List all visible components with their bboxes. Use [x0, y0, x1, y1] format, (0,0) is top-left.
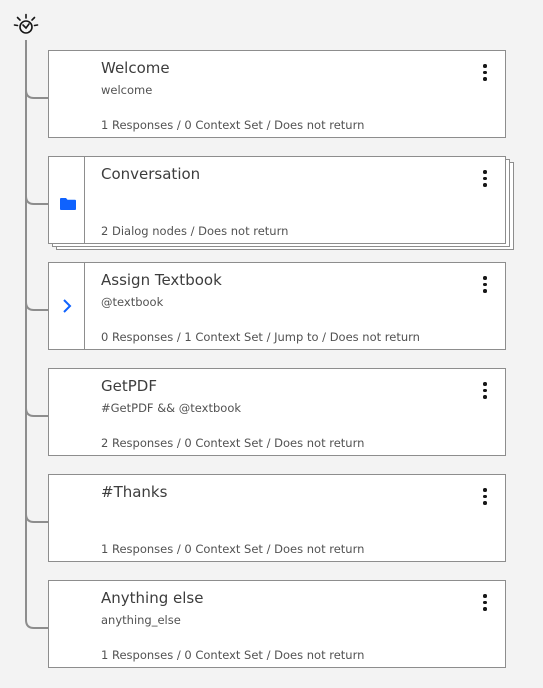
- node-summary: 2 Dialog nodes / Does not return: [101, 224, 289, 238]
- overflow-menu-icon[interactable]: [475, 379, 495, 401]
- dialog-node-getpdf[interactable]: GetPDF #GetPDF && @textbook 2 Responses …: [48, 368, 506, 456]
- overflow-menu-icon[interactable]: [475, 485, 495, 507]
- node-title: Conversation: [101, 165, 201, 183]
- dialog-tree: Welcome welcome 1 Responses / 0 Context …: [0, 0, 543, 688]
- chevron-right-icon[interactable]: [61, 298, 73, 314]
- node-condition: #GetPDF && @textbook: [101, 401, 242, 415]
- dialog-node-conversation[interactable]: Conversation 2 Dialog nodes / Does not r…: [48, 156, 506, 244]
- overflow-menu-icon[interactable]: [475, 591, 495, 613]
- dialog-node-welcome[interactable]: Welcome welcome 1 Responses / 0 Context …: [48, 50, 506, 138]
- node-condition: welcome: [101, 83, 153, 97]
- node-title: Assign Textbook: [101, 271, 222, 289]
- overflow-menu-icon[interactable]: [475, 167, 495, 189]
- node-summary: 2 Responses / 0 Context Set / Does not r…: [101, 436, 365, 450]
- node-title: Welcome: [101, 59, 170, 77]
- node-title: #Thanks: [101, 483, 168, 501]
- node-condition: @textbook: [101, 295, 164, 309]
- overflow-menu-icon[interactable]: [475, 273, 495, 295]
- node-summary: 1 Responses / 0 Context Set / Does not r…: [101, 118, 365, 132]
- dialog-node-anything-else[interactable]: Anything else anything_else 1 Responses …: [48, 580, 506, 668]
- node-title: Anything else: [101, 589, 204, 607]
- overflow-menu-icon[interactable]: [475, 61, 495, 83]
- dialog-node-assign-textbook[interactable]: Assign Textbook @textbook 0 Responses / …: [48, 262, 506, 350]
- node-summary: 0 Responses / 1 Context Set / Jump to / …: [101, 330, 420, 344]
- node-title: GetPDF: [101, 377, 157, 395]
- folder-icon[interactable]: [60, 195, 76, 210]
- dialog-node-thanks[interactable]: #Thanks 1 Responses / 0 Context Set / Do…: [48, 474, 506, 562]
- node-summary: 1 Responses / 0 Context Set / Does not r…: [101, 542, 365, 556]
- ibm-watson-icon: [13, 12, 39, 38]
- node-condition: anything_else: [101, 613, 181, 627]
- node-summary: 1 Responses / 0 Context Set / Does not r…: [101, 648, 365, 662]
